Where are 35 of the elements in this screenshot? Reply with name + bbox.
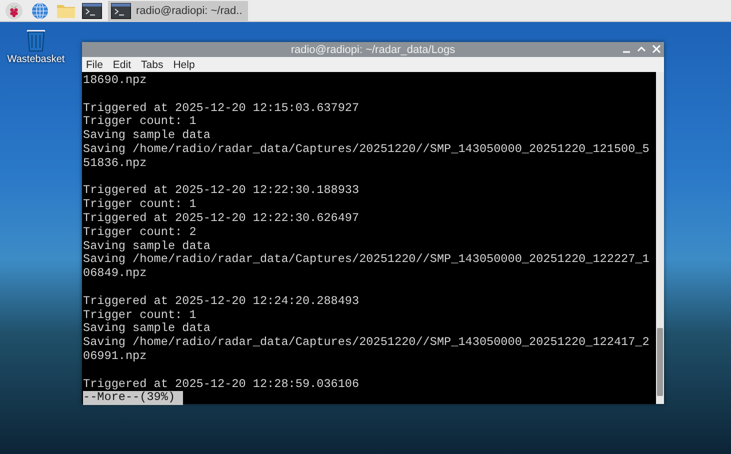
taskbar-task-button[interactable]: radio@radiopi: ~/rad.. [108, 0, 248, 20]
launcher-button[interactable] [82, 0, 102, 20]
desktop-icon-label[interactable]: Wastebasket [7, 54, 65, 65]
terminal-line: Saving sample data [83, 240, 210, 254]
terminal-line: Triggered at 2025-12-20 12:22:30.626497 [83, 212, 360, 226]
terminal-line: Saving sample data [83, 322, 210, 336]
terminal-line: Trigger count: 2 [83, 226, 196, 240]
window-title: radio@radiopi: ~/radar_data/Logs [290, 44, 456, 56]
terminal-line: Triggered at 2025-12-20 12:15:03.637927 [83, 102, 360, 116]
pager-prompt: --More--(39%) [83, 391, 183, 406]
terminal-icon [82, 2, 102, 18]
close-icon[interactable] [652, 43, 661, 55]
menu-item[interactable]: Tabs [141, 58, 164, 70]
terminal-line: Triggered at 2025-12-20 12:22:30.188933 [83, 184, 360, 198]
terminal-line: 51836.npz [83, 156, 147, 171]
terminal-line: Trigger count: 1 [83, 198, 196, 212]
terminal-line: Triggered at 2025-12-20 12:24:20.288493 [83, 294, 360, 309]
terminal-line: Trigger count: 1 [83, 308, 196, 322]
terminal-line: 06991.npz [83, 350, 147, 364]
terminal-icon [111, 2, 131, 18]
terminal-line: Saving /home/radio/radar_data/Captures/20251220//SMP_143050000_20251220_122417_2 [83, 336, 650, 350]
terminal-line: 06849.npz [83, 267, 147, 281]
menu-item[interactable]: File [86, 58, 103, 70]
globe-icon [31, 2, 49, 20]
terminal-line: Triggered at 2025-12-20 12:28:59.036106 [83, 378, 360, 392]
menu-item[interactable]: Edit [112, 58, 132, 70]
menu-item[interactable]: Help [173, 58, 195, 70]
terminal-line: Trigger count: 1 [83, 115, 196, 130]
scrollbar-thumb[interactable] [657, 328, 663, 396]
terminal-line: Saving /home/radio/radar_data/Captures/20251220//SMP_143050000_20251220_121500_5 [83, 142, 650, 157]
terminal-line: Saving /home/radio/radar_data/Captures/20251220//SMP_143050000_20251220_122227_1 [83, 253, 650, 268]
folder-icon [56, 2, 76, 18]
scrollbar[interactable] [656, 72, 664, 404]
terminal-line: Saving sample data [83, 129, 210, 143]
terminal-line: 18690.npz [83, 74, 147, 88]
